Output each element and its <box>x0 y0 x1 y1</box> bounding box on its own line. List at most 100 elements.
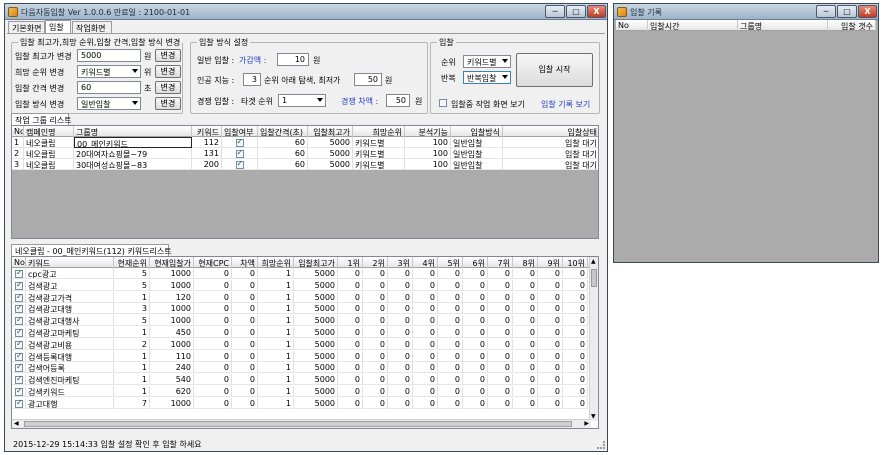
compete-rank-select[interactable]: 1 <box>278 94 326 107</box>
method-change-button[interactable]: 변경 <box>155 97 181 110</box>
bid-yn-checkbox[interactable] <box>235 148 244 158</box>
col-kw-rank-5: 5위 <box>438 257 463 268</box>
bid-yn-cell[interactable] <box>222 159 258 170</box>
max-bid-change-button[interactable]: 변경 <box>155 49 181 62</box>
list-item[interactable]: 검색광고5100000150000000000000 <box>12 279 591 291</box>
cell-rank-1: 0 <box>338 268 363 279</box>
list-item[interactable]: 검색광고마케팅145000150000000000000 <box>12 327 591 338</box>
keyword-check-cell[interactable] <box>12 268 26 279</box>
cell-rank-10: 0 <box>563 327 588 338</box>
bid-yn-checkbox[interactable] <box>235 137 244 147</box>
cell-max: 5000 <box>294 291 338 303</box>
cell-rank-5: 0 <box>438 279 463 291</box>
bid-method-group-title: 입찰 방식 설정 <box>197 37 251 48</box>
bid-history-link[interactable]: 입찰 기록 보기 <box>541 99 590 110</box>
scroll-right-icon[interactable]: ▶ <box>584 420 589 427</box>
bid-yn-cell[interactable] <box>222 137 258 148</box>
show-work-checkbox[interactable] <box>439 99 447 107</box>
cell-diff: 0 <box>232 338 258 350</box>
list-item[interactable]: 검색어등록124000150000000000000 <box>12 362 591 374</box>
tab-basic[interactable]: 기본화면 <box>8 21 45 33</box>
list-item[interactable]: 검색엔진마케팅154000150000000000000 <box>12 374 591 386</box>
table-row[interactable]: 2네오클립20대여자쇼핑몰~79131 605000키워드별100일반입찰입찰 대… <box>12 148 598 159</box>
keyword-checkbox[interactable] <box>15 339 23 349</box>
tab-bid[interactable]: 입찰 <box>45 20 71 33</box>
history-close-button[interactable]: X <box>858 5 877 18</box>
keyword-checkbox[interactable] <box>15 398 23 408</box>
interval-change-button[interactable]: 변경 <box>155 81 181 94</box>
scroll-up-icon[interactable]: ▲ <box>591 258 596 265</box>
keyword-check-cell[interactable] <box>12 350 26 362</box>
history-titlebar[interactable]: 입찰 기록 ─ □ X <box>614 4 878 20</box>
ai-min-input[interactable]: 50 <box>354 73 382 86</box>
rank-select[interactable]: 키워드별 <box>463 55 511 68</box>
resize-grip-icon[interactable] <box>597 441 605 449</box>
keyword-check-cell[interactable] <box>12 386 26 397</box>
start-bid-button[interactable]: 입찰 시작 <box>516 53 593 87</box>
keyword-checkbox[interactable] <box>15 374 23 385</box>
cell-rank-9: 0 <box>538 350 563 362</box>
general-bid-input[interactable]: 10 <box>277 53 309 66</box>
col-kw-rank-6: 6위 <box>463 257 488 268</box>
table-row[interactable]: 3네오클립30대여성쇼핑몰~83200 605000키워드별100일반입찰입찰 대… <box>12 159 598 170</box>
maximize-button[interactable]: □ <box>566 5 586 18</box>
scroll-down-icon[interactable]: ▼ <box>591 413 596 420</box>
keyword-checkbox[interactable] <box>15 303 23 314</box>
keyword-checkbox[interactable] <box>15 351 23 361</box>
hist-col-time: 입찰시간 <box>648 20 738 31</box>
keyword-hscroll[interactable]: ◀ ▶ <box>12 419 591 428</box>
keyword-check-cell[interactable] <box>12 397 26 409</box>
list-item[interactable]: 검색광고비용2100000150000000000000 <box>12 338 591 350</box>
keyword-check-cell[interactable] <box>12 338 26 350</box>
interval-input[interactable]: 60 <box>77 81 141 94</box>
keyword-checkbox[interactable] <box>15 315 23 326</box>
hscroll-thumb[interactable] <box>24 421 572 427</box>
keyword-check-cell[interactable] <box>12 362 26 374</box>
col-kw-rank-9: 9위 <box>538 257 563 268</box>
history-minimize-button[interactable]: ─ <box>816 5 836 18</box>
keyword-check-cell[interactable] <box>12 315 26 327</box>
bid-yn-checkbox[interactable] <box>235 159 244 169</box>
main-window-title: 다음자동입찰 Ver 1.0.0.6 만료일 : 2100-01-01 <box>21 8 191 17</box>
keyword-checkbox[interactable] <box>15 280 23 290</box>
list-item[interactable]: 검색광고가격112000150000000000000 <box>12 291 591 303</box>
list-item[interactable]: 광고대행7100000150000000000000 <box>12 397 591 409</box>
tab-work[interactable]: 작업화면 <box>72 21 112 33</box>
keyword-check-cell[interactable] <box>12 327 26 338</box>
ai-rank-input[interactable]: 3 <box>243 73 261 86</box>
cell-campaign: 네오클립 <box>24 137 74 148</box>
table-row[interactable]: 1네오클립00_메인키워드112 605000키워드별100일반입찰입찰 대기 <box>12 137 598 148</box>
keyword-checkbox[interactable] <box>15 327 23 337</box>
keyword-check-cell[interactable] <box>12 291 26 303</box>
method-select[interactable]: 일반입찰 <box>77 97 141 110</box>
close-button[interactable]: X <box>587 5 606 18</box>
chevron-down-icon <box>502 75 508 79</box>
keyword-checkbox[interactable] <box>15 362 23 373</box>
minimize-button[interactable]: ─ <box>545 5 565 18</box>
list-item[interactable]: 검색광고대행3100000150000000000000 <box>12 303 591 315</box>
keyword-checkbox[interactable] <box>15 292 23 302</box>
max-bid-input[interactable]: 5000 <box>77 49 141 62</box>
scroll-left-icon[interactable]: ◀ <box>14 420 19 427</box>
chevron-down-icon <box>502 59 508 63</box>
hope-rank-change-button[interactable]: 변경 <box>155 65 181 78</box>
compete-diff-input[interactable]: 50 <box>386 94 410 107</box>
cell-rank-7: 0 <box>488 327 513 338</box>
keyword-vscroll[interactable]: ▲ ▼ <box>589 257 598 421</box>
bid-yn-cell[interactable] <box>222 148 258 159</box>
main-titlebar[interactable]: 다음자동입찰 Ver 1.0.0.6 만료일 : 2100-01-01 ─ □ … <box>5 4 607 20</box>
list-item[interactable]: 검색광고대행사5100000150000000000000 <box>12 315 591 327</box>
scroll-thumb[interactable] <box>591 269 597 287</box>
repeat-select[interactable]: 반복입찰 <box>463 71 511 84</box>
list-item[interactable]: 검색키워드162000150000000000000 <box>12 386 591 397</box>
list-item[interactable]: 검색등록대행111000150000000000000 <box>12 350 591 362</box>
hope-rank-select[interactable]: 키워드별 <box>77 65 141 78</box>
group-list-grid: No 캠페인명 그룹명 키워드 입찰여부 입찰간격(초) 입찰최고가 희망순위 … <box>11 125 599 239</box>
keyword-checkbox[interactable] <box>15 268 23 278</box>
keyword-check-cell[interactable] <box>12 303 26 315</box>
history-maximize-button[interactable]: □ <box>837 5 857 18</box>
keyword-checkbox[interactable] <box>15 386 23 396</box>
keyword-check-cell[interactable] <box>12 279 26 291</box>
keyword-check-cell[interactable] <box>12 374 26 386</box>
list-item[interactable]: cpc광고5100000150000000000000 <box>12 268 591 279</box>
